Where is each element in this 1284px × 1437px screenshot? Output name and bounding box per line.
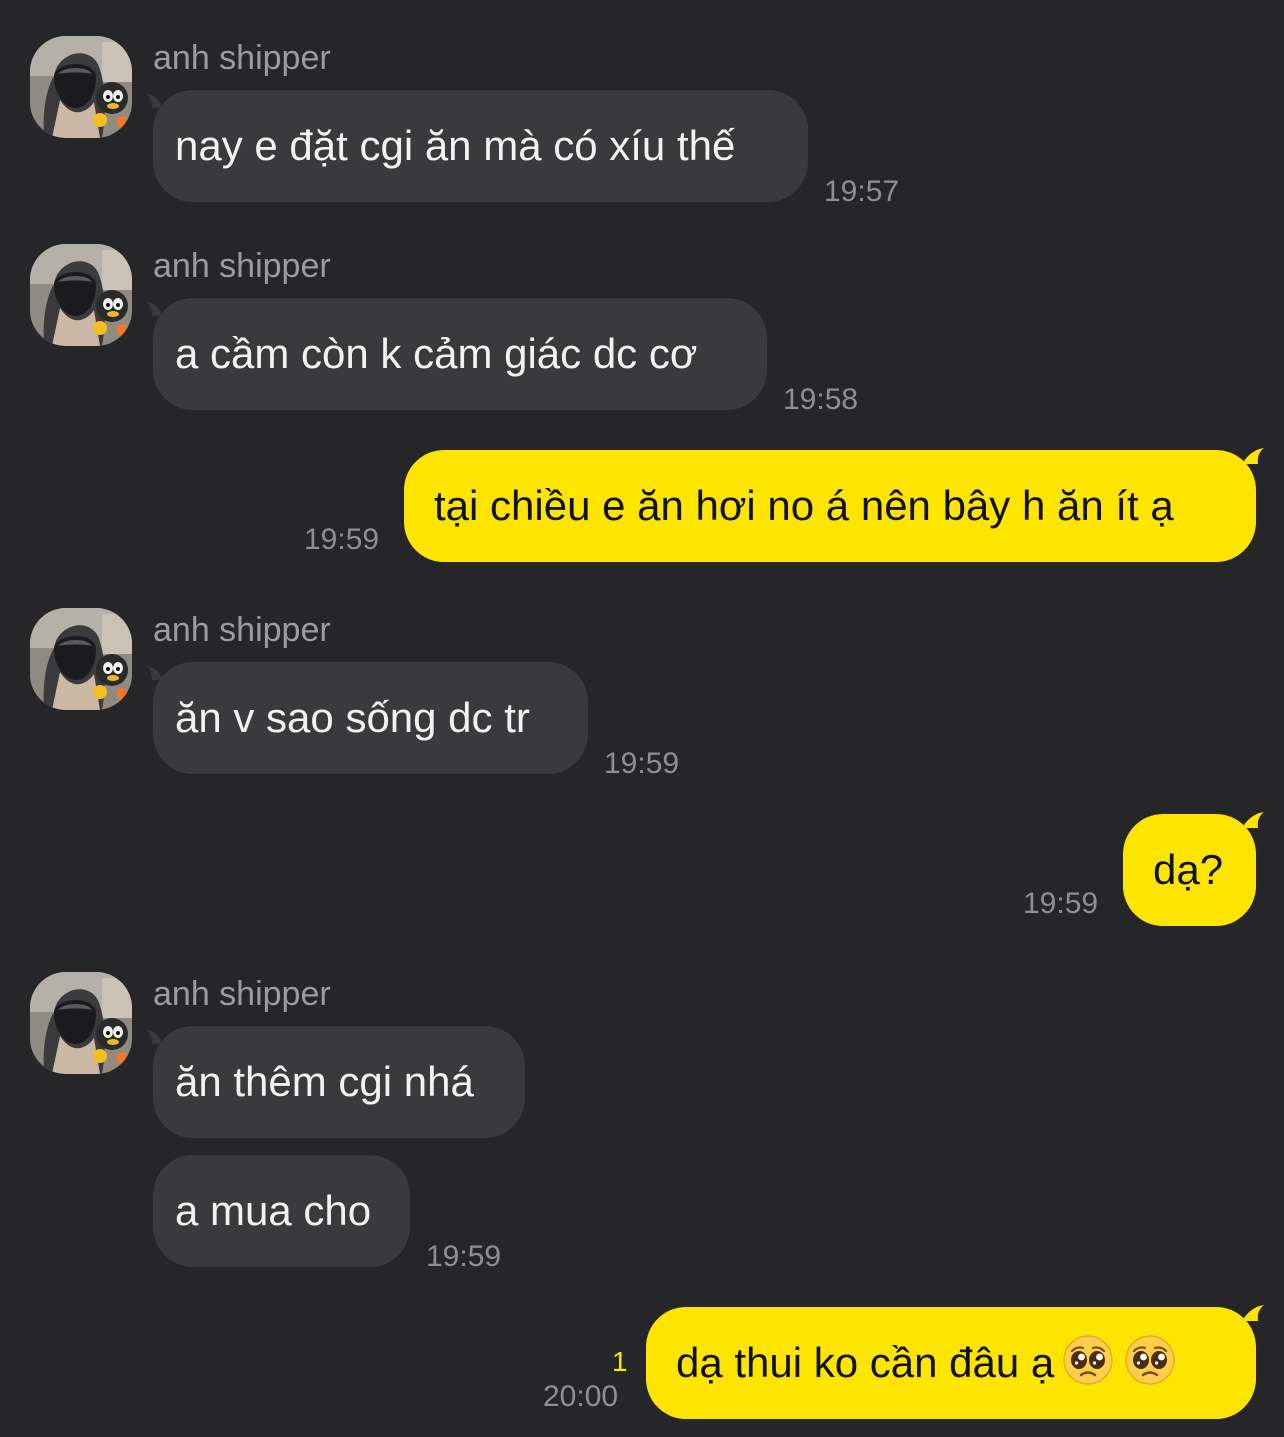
incoming-message-bubble[interactable]: a cầm còn k cảm giác dc cơ	[153, 298, 767, 410]
avatar-image	[30, 972, 132, 1074]
bubble-tail-icon	[1242, 812, 1264, 828]
sender-avatar[interactable]	[30, 244, 132, 346]
sender-name: anh shipper	[153, 975, 331, 1013]
avatar-image	[30, 36, 132, 138]
outgoing-message-bubble[interactable]: dạ thui ko cần đâu ạ	[646, 1307, 1256, 1419]
sender-avatar[interactable]	[30, 972, 132, 1074]
bubble-tail-icon	[1242, 1305, 1264, 1321]
pleading-face-icon	[1062, 1334, 1114, 1386]
message-timestamp: 20:00	[543, 1380, 619, 1413]
chat-screen: anh shipper nay e đặt cgi ăn mà có xíu t…	[0, 0, 1284, 1437]
sender-avatar[interactable]	[30, 36, 132, 138]
incoming-message-bubble[interactable]: nay e đặt cgi ăn mà có xíu thế	[153, 90, 808, 202]
avatar-image	[30, 244, 132, 346]
message-timestamp: 19:59	[304, 523, 380, 556]
message-timestamp: 19:59	[604, 747, 680, 780]
message-timestamp: 19:57	[824, 175, 900, 208]
incoming-message-bubble[interactable]: ăn v sao sống dc tr	[153, 662, 588, 774]
message-text: dạ thui ko cần đâu ạ	[676, 1339, 1055, 1386]
message-timestamp: 19:59	[426, 1240, 502, 1273]
sender-name: anh shipper	[153, 247, 331, 285]
message-timestamp: 19:59	[1023, 887, 1099, 920]
unread-count-badge: 1	[612, 1346, 628, 1377]
sender-avatar[interactable]	[30, 608, 132, 710]
outgoing-message-bubble[interactable]: dạ?	[1123, 814, 1256, 926]
incoming-message-bubble[interactable]: ăn thêm cgi nhá	[153, 1026, 525, 1138]
bubble-tail-icon	[1242, 448, 1264, 464]
outgoing-message-bubble[interactable]: tại chiều e ăn hơi no á nên bây h ăn ít …	[404, 450, 1256, 562]
pleading-face-icon	[1124, 1334, 1176, 1386]
message-timestamp: 19:58	[783, 383, 859, 416]
avatar-image	[30, 608, 132, 710]
sender-name: anh shipper	[153, 611, 331, 649]
incoming-message-bubble[interactable]: a mua cho	[153, 1155, 410, 1267]
sender-name: anh shipper	[153, 39, 331, 77]
